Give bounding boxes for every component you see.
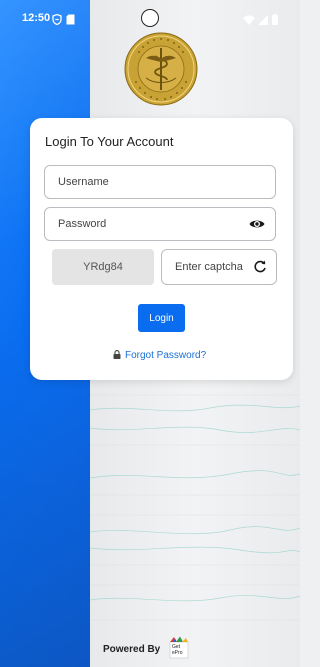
institute-logo: [124, 32, 198, 106]
signal-icon: [258, 12, 268, 30]
powered-by-label: Powered By: [103, 644, 161, 655]
camera-cutout: [141, 9, 159, 27]
captcha-input[interactable]: [175, 250, 250, 284]
wifi-icon: [243, 12, 255, 30]
getepro-text: Get ePro: [172, 644, 183, 656]
footer: Powered By Get ePro: [100, 636, 200, 664]
login-card-title: Login To Your Account: [45, 134, 174, 149]
sd-card-icon: [66, 12, 75, 30]
forgot-password-label: Forgot Password?: [125, 350, 207, 361]
password-field[interactable]: [44, 207, 276, 241]
username-input[interactable]: [58, 166, 238, 198]
username-field[interactable]: [44, 165, 276, 199]
captcha-code: YRdg84: [52, 249, 154, 285]
captcha-field[interactable]: [161, 249, 277, 285]
forgot-password-link[interactable]: Forgot Password?: [113, 350, 206, 362]
lock-icon: [113, 350, 121, 362]
refresh-captcha-icon[interactable]: [253, 260, 267, 274]
login-button[interactable]: Login: [138, 304, 185, 332]
login-card: Login To Your Account YRdg84 Login Forgo…: [30, 118, 293, 380]
password-input[interactable]: [58, 208, 238, 240]
battery-icon: [272, 12, 278, 30]
status-time: 12:50: [22, 12, 51, 24]
shield-icon: [52, 12, 62, 30]
show-password-eye-icon[interactable]: [249, 217, 265, 231]
